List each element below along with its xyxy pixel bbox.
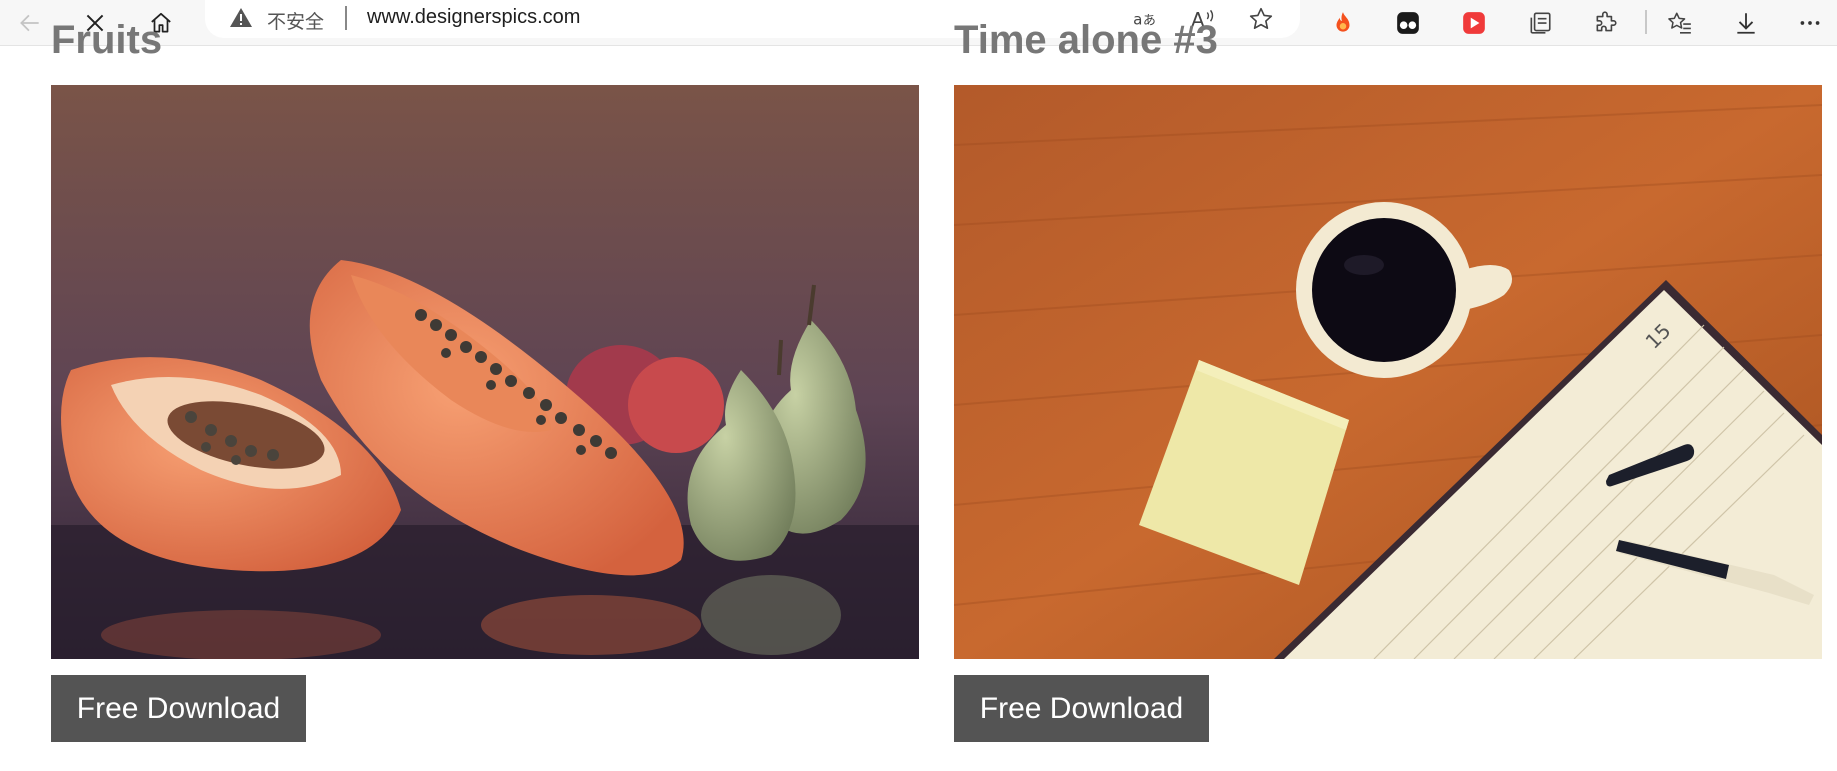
video-extension-icon [1463, 12, 1485, 34]
tampermonkey-extension-icon [1397, 12, 1419, 34]
toolbar-separator [1645, 10, 1647, 34]
card-title-fruits[interactable]: Fruits [51, 18, 162, 63]
more-menu-button[interactable] [1790, 3, 1830, 43]
coffee-notebook-photo[interactable]: 15 [954, 85, 1822, 659]
downloads-button[interactable] [1726, 3, 1766, 43]
flame-extension-button[interactable] [1323, 3, 1363, 43]
video-extension-button[interactable] [1454, 3, 1494, 43]
extensions-button[interactable] [1586, 3, 1626, 43]
collections-button[interactable] [1520, 3, 1560, 43]
back-button[interactable] [10, 3, 50, 43]
security-status-label[interactable]: 不安全 [267, 7, 324, 34]
back-arrow-icon [20, 14, 39, 32]
card-title-time-alone[interactable]: Time alone #3 [954, 18, 1218, 63]
flame-extension-icon [1336, 12, 1350, 32]
free-download-button-fruits[interactable]: Free Download [51, 675, 306, 742]
star-icon [1249, 7, 1273, 30]
collections-icon [1530, 12, 1551, 34]
favorites-button[interactable] [1660, 3, 1700, 43]
browser-toolbar: 不安全 www.designerspics.com aあ A [0, 0, 1837, 46]
favorites-icon [1668, 12, 1691, 34]
puzzle-icon [1596, 11, 1617, 32]
free-download-button-time-alone[interactable]: Free Download [954, 675, 1209, 742]
download-icon [1737, 13, 1755, 34]
papaya-pears-photo[interactable] [51, 85, 919, 659]
url-text[interactable]: www.designerspics.com [367, 6, 580, 29]
tampermonkey-extension-button[interactable] [1388, 3, 1428, 43]
add-favorite-button[interactable] [1245, 3, 1277, 35]
more-icon [1800, 21, 1820, 25]
address-separator [345, 6, 347, 30]
warning-icon[interactable] [229, 6, 253, 30]
